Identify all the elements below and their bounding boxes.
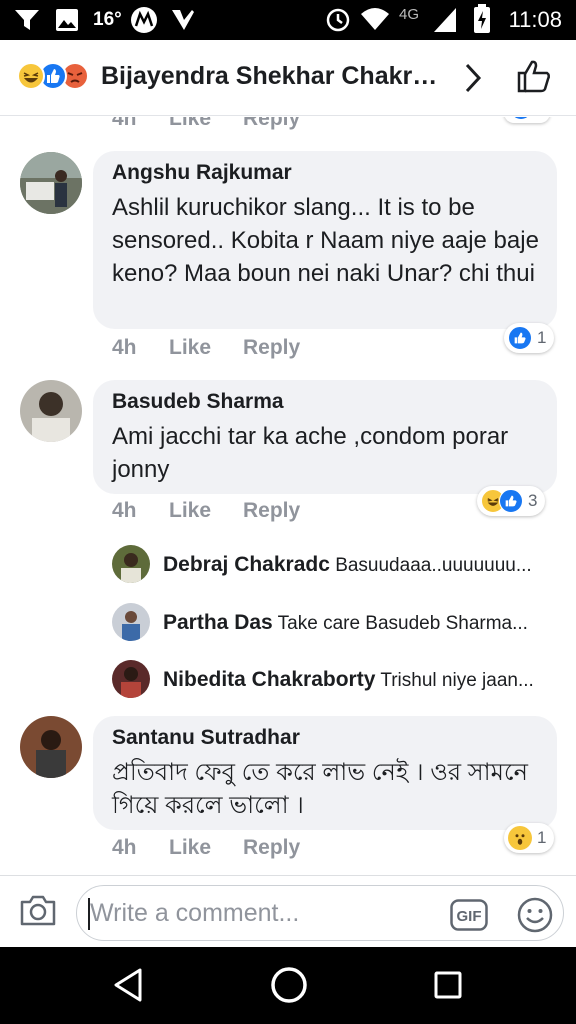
reply-author[interactable]: Debraj Chakradc [163,553,330,576]
reaction-count: 1 [537,328,547,347]
avatar[interactable] [20,152,82,214]
like-reaction-icon [499,489,523,513]
like-reaction-icon [510,117,532,119]
gallery-icon [55,8,79,37]
gif-button[interactable]: GIF [450,899,488,936]
reply-text: Debraj Chakradc Basuudaaa..uuuuuuu... [163,553,551,577]
avatar[interactable] [20,716,82,778]
reply-link[interactable]: Reply [243,117,300,131]
reply-preview[interactable]: Partha Das Take care Basudeb Sharma... [112,603,552,645]
reaction-count: 1 [537,828,547,847]
comment-composer: Write a comment... GIF [0,875,576,947]
like-link[interactable]: Like [169,117,211,131]
comment-input[interactable]: Write a comment... GIF [76,885,564,941]
reply-snippet: Take care Basudeb Sharma... [277,613,528,634]
comment-time: 4h [112,336,137,359]
emoji-icon[interactable] [517,897,553,938]
home-icon[interactable] [270,966,308,1009]
like-link[interactable]: Like [169,336,211,360]
reaction-count: 3 [528,491,538,510]
comment-time: 4h [112,117,137,130]
gif-label: GIF [457,908,482,925]
status-bar: 16° 4G 11:08 [0,0,576,40]
like-reaction-icon [508,326,532,350]
reply-author[interactable]: Partha Das [163,611,273,634]
reply-preview[interactable]: Debraj Chakradc Basuudaaa..uuuuuuu... [112,545,552,587]
post-header: Bijayendra Shekhar Chakraborty [0,40,576,116]
reply-preview[interactable]: Nibedita Chakraborty Trishul niye jaan..… [112,660,552,702]
battery-icon [473,4,491,39]
comments-list[interactable]: 4h Like Reply Angshu Rajkumar Ashlil kur… [0,117,576,875]
android-nav-bar [0,947,576,1024]
comment-bubble[interactable]: Angshu Rajkumar Ashlil kuruchikor slang.… [93,151,557,329]
temperature: 16° [93,9,122,30]
reply-text: Partha Das Take care Basudeb Sharma... [163,611,551,635]
comment-author[interactable]: Angshu Rajkumar [112,161,539,185]
reply-link[interactable]: Reply [243,336,300,360]
motorola-icon [130,6,158,39]
header-reactions[interactable] [17,62,97,92]
comment-author[interactable]: Basudeb Sharma [112,390,539,414]
reply-text: Nibedita Chakraborty Trishul niye jaan..… [163,668,551,692]
reply-link[interactable]: Reply [243,499,300,523]
network-type: 4G [399,6,420,23]
notification-funnel-icon [14,8,40,37]
clock: 11:08 [508,7,562,32]
back-icon[interactable] [112,966,144,1009]
reply-link[interactable]: Reply [243,836,300,860]
signal-icon [432,6,458,39]
comment-bubble[interactable]: Santanu Sutradhar প্রতিবাদ ফেবু তে করে ল… [93,716,557,830]
avatar[interactable] [112,603,150,641]
avatar[interactable] [112,660,150,698]
chevron-right-icon[interactable] [462,62,484,99]
comment-reactions[interactable]: 1 [504,823,555,853]
comment-time: 4h [112,836,137,859]
avatar[interactable] [112,545,150,583]
comment-author[interactable]: Santanu Sutradhar [112,726,539,750]
comment-time: 4h [112,499,137,522]
previous-comment-reactions[interactable] [504,117,550,123]
comment-reactions[interactable]: 1 [504,323,555,353]
recents-icon[interactable] [433,966,463,1009]
camera-icon[interactable] [19,893,57,932]
like-link[interactable]: Like [169,836,211,860]
comment-placeholder: Write a comment... [90,899,300,927]
reply-snippet: Basuudaaa..uuuuuuu... [335,555,532,576]
comment-bubble[interactable]: Basudeb Sharma Ami jacchi tar ka ache ,c… [93,380,557,494]
comment-text: Ashlil kuruchikor slang... It is to be s… [112,194,539,287]
like-post-button[interactable] [516,58,552,99]
wifi-icon [360,6,390,37]
comment-text: Ami jacchi tar ka ache ,condom porar jon… [112,423,509,483]
avatar[interactable] [20,380,82,442]
like-link[interactable]: Like [169,499,211,523]
app-notification-icon [170,8,196,37]
reply-author[interactable]: Nibedita Chakraborty [163,668,375,691]
haha-reaction-icon [17,62,45,90]
comment-text: প্রতিবাদ ফেবু তে করে লাভ নেই । ওর সামনে … [112,759,528,819]
post-author-title[interactable]: Bijayendra Shekhar Chakraborty [101,62,451,91]
wow-reaction-icon [508,826,532,850]
reply-snippet: Trishul niye jaan... [380,670,534,691]
comment-reactions[interactable]: 3 [477,486,546,516]
alarm-icon [325,6,351,37]
